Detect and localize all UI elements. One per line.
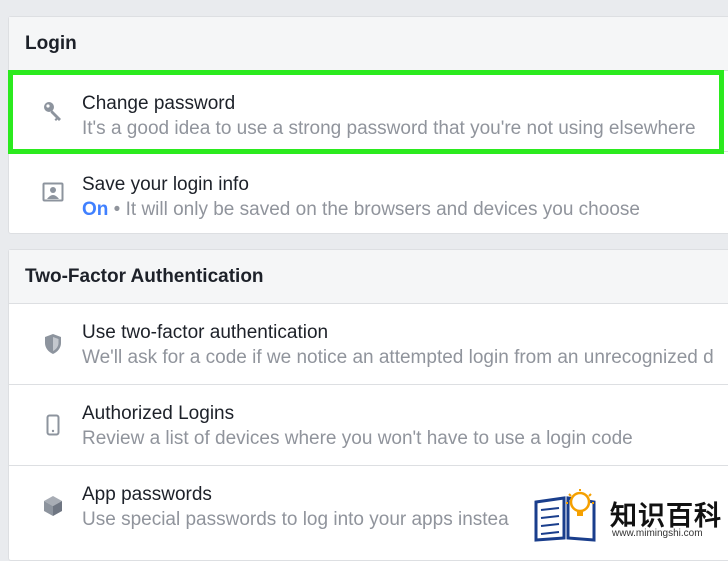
use-two-factor-description: We'll ask for a code if we notice an att…: [82, 347, 714, 368]
phone-icon: [41, 413, 65, 437]
change-password-title: Change password: [82, 93, 236, 114]
shield-icon: [41, 332, 65, 356]
authorized-logins-description: Review a list of devices where you won't…: [82, 428, 633, 449]
key-icon: [41, 99, 65, 123]
cube-icon: [41, 494, 65, 518]
book-lightbulb-logo-icon: [532, 488, 602, 547]
save-login-info-row[interactable]: Save your login info On • It will only b…: [9, 152, 728, 233]
separator-dot: •: [113, 199, 121, 220]
login-section-title: Login: [9, 17, 728, 71]
authorized-logins-title: Authorized Logins: [82, 403, 235, 424]
app-passwords-title: App passwords: [82, 484, 212, 505]
save-login-info-description: It will only be saved on the browsers an…: [125, 199, 640, 220]
save-login-info-description-line: On • It will only be saved on the browse…: [82, 199, 640, 221]
app-passwords-description: Use special passwords to log into your a…: [82, 509, 509, 530]
contact-card-icon: [41, 180, 65, 204]
use-two-factor-row[interactable]: Use two-factor authentication We'll ask …: [9, 304, 728, 385]
change-password-description: It's a good idea to use a strong passwor…: [82, 118, 696, 139]
watermark-url: www.mimingshi.com: [612, 528, 703, 539]
status-on-label: On: [82, 199, 109, 220]
use-two-factor-title: Use two-factor authentication: [82, 322, 329, 343]
watermark: 知识百科 www.mimingshi.com: [530, 486, 728, 546]
authorized-logins-row[interactable]: Authorized Logins Review a list of devic…: [9, 385, 728, 466]
change-password-row[interactable]: Change password It's a good idea to use …: [9, 71, 728, 152]
two-factor-section-title: Two-Factor Authentication: [9, 250, 728, 304]
login-section-card: Login Change password It's a good idea t…: [8, 16, 728, 234]
save-login-info-title: Save your login info: [82, 174, 249, 195]
